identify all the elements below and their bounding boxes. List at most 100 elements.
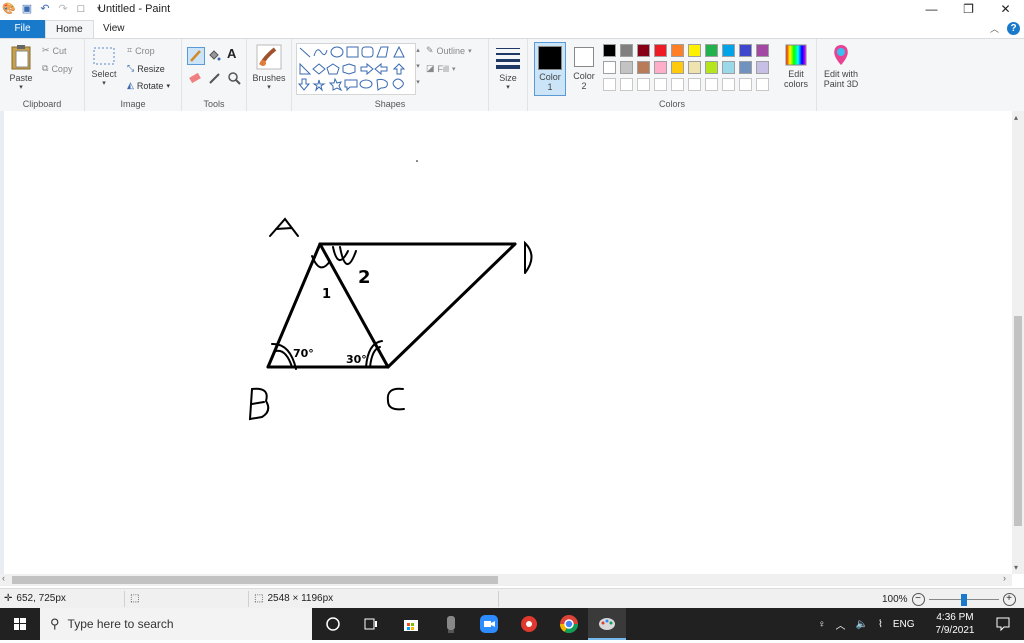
drawing-canvas[interactable]: A B C D 1 2 70° 30° [0,111,1012,574]
color-picker-tool[interactable] [208,71,222,88]
palette-swatch[interactable] [688,44,701,57]
palette-swatch[interactable] [654,44,667,57]
cut-button[interactable]: ✂ Cut [42,45,67,56]
palette-swatch[interactable] [739,44,752,57]
fill-tool[interactable] [207,48,221,65]
volume-icon[interactable]: 🔈 [856,619,868,630]
text-tool[interactable]: A [227,46,236,61]
palette-custom-swatch[interactable] [705,78,718,91]
show-hidden-icons[interactable]: ︿ [836,617,846,632]
shapes-gallery[interactable] [296,43,416,95]
edit-colors-button[interactable]: Edit colors [780,43,812,89]
rotate-button[interactable]: ◭ Rotate ▾ [127,80,170,91]
minimize-button[interactable]: — [913,0,950,20]
color2-button[interactable]: Color 2 [568,42,600,96]
paint-taskbar-icon[interactable] [588,608,626,640]
paint-app-icon[interactable]: 🎨 [2,2,16,16]
palette-swatch[interactable] [671,44,684,57]
crop-label: Crop [135,45,155,56]
resize-button[interactable]: ⤡ Resize [127,63,165,74]
shapes-scroll[interactable]: ▴ ▾ ▾ [414,43,422,93]
scroll-down-icon[interactable]: ▾ [1014,563,1018,572]
palette-swatch[interactable] [739,61,752,74]
fill-button[interactable]: ◪ Fill ▾ [426,63,456,74]
horizontal-scrollbar[interactable]: ‹ › [0,573,1012,586]
palette-swatch[interactable] [756,44,769,57]
vertical-scrollbar[interactable]: ▴ ▾ [1012,111,1024,574]
palette-swatch[interactable] [654,61,667,74]
collapse-ribbon-icon[interactable]: ︿ [990,22,999,35]
size-button[interactable]: Size ▾ [493,43,523,91]
palette-custom-swatch[interactable] [671,78,684,91]
pencil-tool[interactable] [187,47,205,65]
palette-swatch[interactable] [705,44,718,57]
start-button[interactable] [0,608,40,640]
language-indicator[interactable]: ENG [893,619,915,630]
scroll-right-icon[interactable]: › [1003,573,1006,583]
palette-swatch[interactable] [705,61,718,74]
save-icon[interactable]: ▣ [20,2,34,16]
palette-custom-swatch[interactable] [688,78,701,91]
palette-custom-swatch[interactable] [722,78,735,91]
palette-swatch[interactable] [688,61,701,74]
palette-custom-swatch[interactable] [603,78,616,91]
copy-button[interactable]: ⧉ Copy [42,63,72,74]
brushes-button[interactable]: Brushes ▾ [251,43,287,91]
new-file-icon[interactable]: □ [74,2,88,16]
edit-with-paint3d-button[interactable]: Edit with Paint 3D [819,43,863,89]
color1-button[interactable]: Color 1 [534,42,566,96]
notifications-icon[interactable] [984,608,1022,640]
magnifier-tool[interactable] [227,71,241,88]
palette-swatch[interactable] [756,61,769,74]
webcam-app-icon[interactable] [432,608,470,640]
network-icon[interactable]: ⌇ [878,619,883,630]
zoom-out-icon[interactable]: − [911,593,925,606]
help-icon[interactable]: ? [1007,22,1020,35]
select-button[interactable]: Select ▾ [89,45,119,87]
palette-swatch[interactable] [671,61,684,74]
taskbar-search[interactable]: ⚲ Type here to search [40,608,312,640]
image-dimensions: ⬚ 2548 × 1196px [254,593,333,604]
crop-button[interactable]: ⌗ Crop [127,45,155,56]
canvas-area[interactable]: A B C D 1 2 70° 30° [0,111,1012,574]
tab-home[interactable]: Home [45,20,94,38]
zoom-slider[interactable] [928,593,999,606]
restore-button[interactable]: ❐ [950,0,987,20]
scroll-up-icon[interactable]: ▴ [1014,113,1018,122]
palette-swatch[interactable] [620,44,633,57]
zoom-app-icon[interactable] [470,608,508,640]
task-view-icon[interactable] [352,608,390,640]
paste-button[interactable]: Paste ▾ [6,43,36,91]
palette-custom-swatch[interactable] [637,78,650,91]
redo-icon[interactable]: ↷ [56,2,70,16]
people-icon[interactable]: ♀ [818,619,826,630]
palette-custom-swatch[interactable] [756,78,769,91]
palette-custom-swatch[interactable] [739,78,752,91]
vertical-scroll-thumb[interactable] [1014,316,1022,526]
palette-swatch[interactable] [603,44,616,57]
zoom-slider-thumb[interactable] [960,593,967,606]
zoom-in-icon[interactable]: + [1002,593,1016,606]
chrome-icon[interactable] [550,608,588,640]
recorder-app-icon[interactable] [510,608,548,640]
cortana-icon[interactable] [314,608,352,640]
clock[interactable]: 4:36 PM 7/9/2021 [930,611,980,637]
palette-swatch[interactable] [722,61,735,74]
outline-button[interactable]: ✎ Outline ▾ [426,45,472,56]
scroll-left-icon[interactable]: ‹ [2,573,5,583]
palette-swatch[interactable] [603,61,616,74]
palette-custom-swatch[interactable] [620,78,633,91]
tab-view[interactable]: View [93,20,135,38]
clock-time: 4:36 PM [936,612,974,623]
eraser-tool[interactable] [188,71,202,88]
undo-icon[interactable]: ↶ [38,2,52,16]
palette-swatch[interactable] [620,61,633,74]
palette-swatch[interactable] [637,44,650,57]
palette-swatch[interactable] [637,61,650,74]
store-icon[interactable] [392,608,430,640]
tab-file[interactable]: File [0,20,45,38]
horizontal-scroll-thumb[interactable] [12,576,498,584]
palette-custom-swatch[interactable] [654,78,667,91]
palette-swatch[interactable] [722,44,735,57]
close-button[interactable]: ✕ [987,0,1024,20]
